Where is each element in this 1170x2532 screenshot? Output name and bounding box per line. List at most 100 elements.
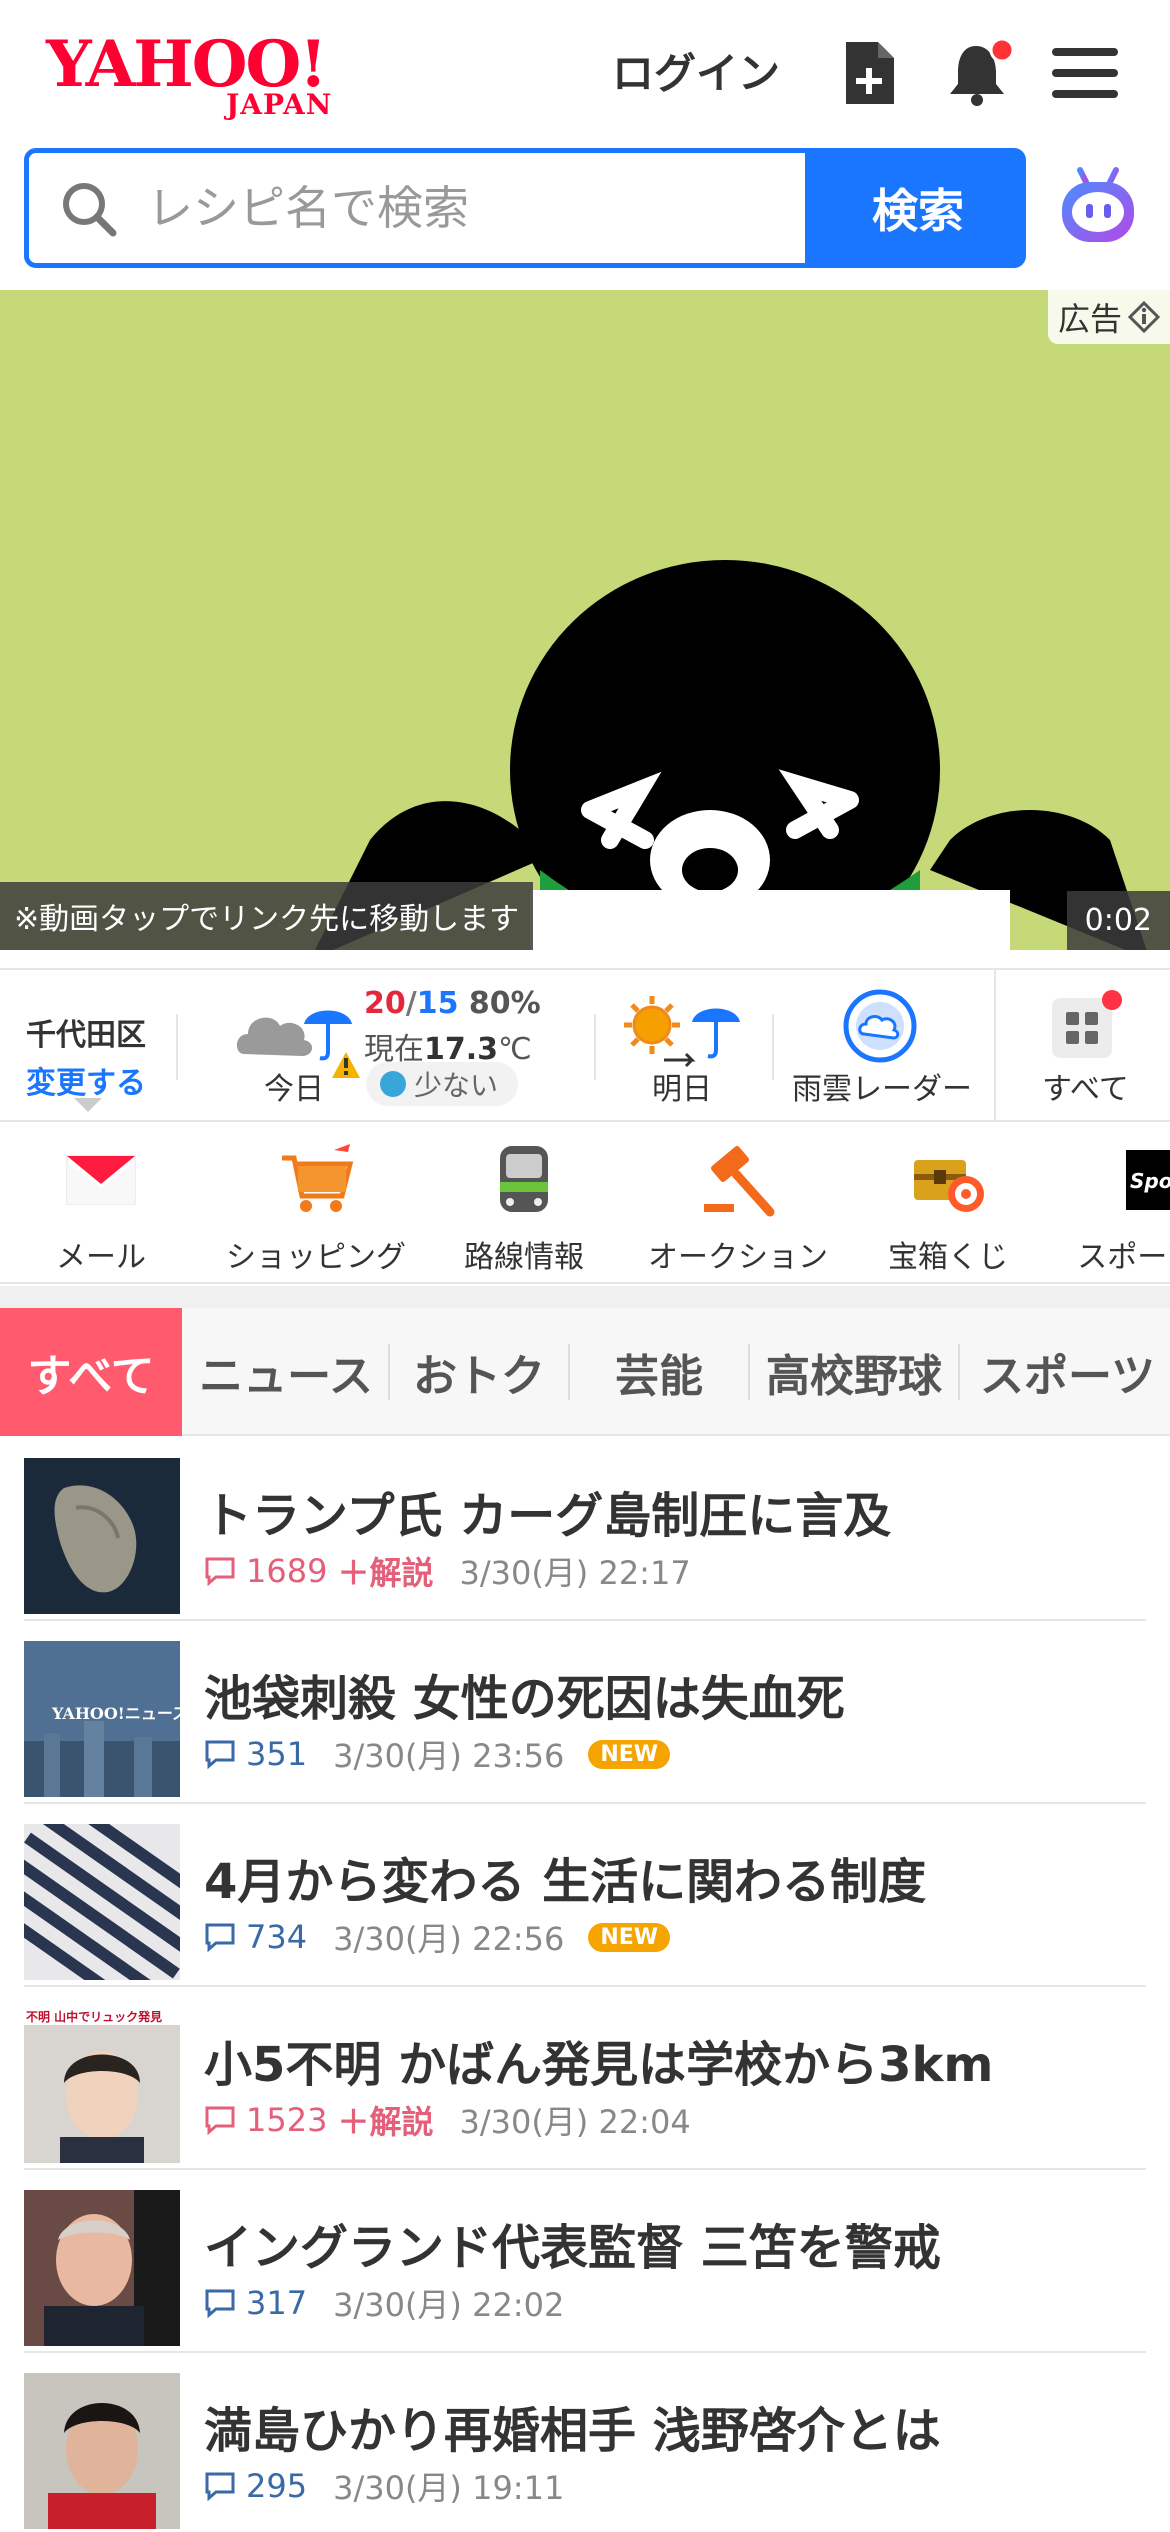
tab-deals[interactable]: おトク bbox=[390, 1308, 568, 1436]
service-label: スポーツ bbox=[1077, 1240, 1170, 1275]
tomorrow-label: 明日 bbox=[652, 1072, 712, 1107]
section-gap bbox=[0, 1286, 1170, 1308]
video-ad[interactable]: 広告 ※動画タップでリンク先に移動します 0:02 bbox=[0, 290, 1170, 950]
news-thumbnail-boy-portrait: 不明 山中でリュック発見 bbox=[24, 2007, 180, 2163]
news-item[interactable]: 不明 山中でリュック発見 小5不明 かばん発見は学校から3km 1523 ＋解説… bbox=[24, 1987, 1146, 2170]
service-label: ショッピング bbox=[226, 1240, 406, 1275]
header: YAHOO! JAPAN ログイン bbox=[0, 0, 1170, 145]
service-label: メール bbox=[56, 1240, 146, 1275]
all-apps-button[interactable]: すべて bbox=[994, 970, 1170, 1120]
tab-entertainment[interactable]: 芸能 bbox=[570, 1308, 748, 1436]
ad-label-text: 広告 bbox=[1057, 300, 1122, 338]
comment-count: 351 bbox=[246, 1735, 308, 1773]
news-item[interactable]: 満島ひかり再婚相手 浅野啓介とは 295 3/30(月) 19:11 bbox=[24, 2353, 1146, 2532]
pollen-badge[interactable]: 少ない bbox=[366, 1062, 519, 1106]
search-icon bbox=[63, 183, 117, 237]
news-headline: トランプ氏 カーグ島制圧に言及 bbox=[204, 1488, 892, 1544]
divider bbox=[772, 1014, 774, 1080]
thumbnail-banner-text: 不明 山中でリュック発見 bbox=[26, 2009, 162, 2024]
comment-icon bbox=[205, 1923, 235, 1952]
news-thumbnail-crosswalk bbox=[24, 1824, 180, 1980]
news-time: 3/30(月) 23:56 bbox=[333, 1737, 565, 1775]
search-input[interactable] bbox=[147, 153, 797, 263]
rain-radar-label[interactable]: 雨雲レーダー bbox=[792, 1064, 972, 1108]
news-meta: 295 3/30(月) 19:11 bbox=[204, 2463, 564, 2509]
news-time: 3/30(月) 22:56 bbox=[333, 1920, 565, 1958]
high-temp: 20 bbox=[364, 986, 406, 1021]
info-icon bbox=[1128, 301, 1160, 333]
explanation-label: ＋解説 bbox=[337, 2103, 434, 2141]
comment-count: 734 bbox=[246, 1918, 308, 1956]
ad-caption: ※動画タップでリンク先に移動します bbox=[0, 882, 534, 950]
location-caret-icon bbox=[74, 1098, 102, 1112]
sports-logo-icon: Sports bbox=[1126, 1150, 1170, 1210]
divider bbox=[176, 1014, 178, 1080]
news-headline: 満島ひかり再婚相手 浅野啓介とは bbox=[204, 2403, 941, 2459]
hamburger-menu-icon[interactable] bbox=[1052, 48, 1118, 102]
rain-radar-icon[interactable] bbox=[842, 988, 918, 1064]
search-box[interactable] bbox=[24, 148, 810, 268]
news-item[interactable]: YAHOO!ニュース 池袋刺殺 女性の死因は失血死 351 3/30(月) 23… bbox=[24, 1621, 1146, 1804]
location-name: 千代田区 bbox=[26, 1018, 146, 1053]
news-thumbnail-yahoo-news: YAHOO!ニュース bbox=[24, 1641, 180, 1797]
news-time: 3/30(月) 19:11 bbox=[333, 2469, 565, 2507]
add-document-icon[interactable] bbox=[842, 38, 898, 108]
temp-separator: / bbox=[405, 986, 417, 1021]
tab-news[interactable]: ニュース bbox=[182, 1308, 390, 1436]
weather-widget: 千代田区 変更する 今日 20/15 80% 現在17.3℃ 少ない 明日 雨雲… bbox=[0, 968, 1170, 1122]
news-thumbnail-island bbox=[24, 1458, 180, 1614]
notification-bell-icon[interactable] bbox=[944, 38, 1014, 108]
tab-sports[interactable]: スポーツ bbox=[960, 1308, 1170, 1436]
grid-icon bbox=[1052, 990, 1122, 1058]
comment-icon bbox=[205, 1557, 235, 1586]
comment-icon bbox=[205, 2106, 235, 2135]
comment-icon bbox=[205, 1740, 235, 1769]
tab-high-school-baseball[interactable]: 高校野球 bbox=[750, 1308, 958, 1436]
train-icon bbox=[500, 1146, 548, 1212]
tab-all[interactable]: すべて bbox=[0, 1308, 182, 1436]
news-meta: 734 3/30(月) 22:56 NEW bbox=[204, 1914, 671, 1960]
precip-chance: 80% bbox=[468, 986, 541, 1021]
service-transit[interactable]: 路線情報 bbox=[464, 1140, 584, 1276]
search-button[interactable]: 検索 bbox=[810, 148, 1026, 268]
ai-assistant-icon[interactable] bbox=[1056, 164, 1140, 248]
news-time: 3/30(月) 22:04 bbox=[459, 2103, 691, 2141]
news-headline: 小5不明 かばん発見は学校から3km bbox=[204, 2037, 994, 2093]
news-item[interactable]: 4月から変わる 生活に関わる制度 734 3/30(月) 22:56 NEW bbox=[24, 1804, 1146, 1987]
news-time: 3/30(月) 22:02 bbox=[333, 2286, 565, 2324]
service-label: 路線情報 bbox=[464, 1240, 584, 1275]
yahoo-news-text: YAHOO!ニュース bbox=[51, 1704, 180, 1723]
news-time: 3/30(月) 22:17 bbox=[459, 1554, 691, 1592]
today-label: 今日 bbox=[264, 1072, 324, 1107]
pollen-face-icon bbox=[380, 1071, 406, 1097]
news-headline: 4月から変わる 生活に関わる制度 bbox=[204, 1854, 927, 1910]
service-auction[interactable]: オークション bbox=[648, 1140, 828, 1276]
new-badge: NEW bbox=[588, 1922, 671, 1952]
news-thumbnail-coach bbox=[24, 2190, 180, 2346]
service-label: オークション bbox=[648, 1240, 828, 1275]
news-item[interactable]: トランプ氏 カーグ島制圧に言及 1689 ＋解説 3/30(月) 22:17 bbox=[24, 1438, 1146, 1621]
news-meta: 317 3/30(月) 22:02 bbox=[204, 2280, 564, 2326]
yahoo-japan-logo[interactable]: YAHOO! JAPAN bbox=[46, 30, 366, 122]
location[interactable]: 千代田区 変更する bbox=[26, 1010, 146, 1102]
service-sports[interactable]: Sports スポーツ bbox=[1068, 1140, 1170, 1276]
news-headline: イングランド代表監督 三笘を警戒 bbox=[204, 2220, 941, 2276]
explanation-label: ＋解説 bbox=[337, 1554, 434, 1592]
login-link[interactable]: ログイン bbox=[612, 40, 780, 101]
news-tabs: すべて ニュース おトク 芸能 高校野球 スポーツ bbox=[0, 1308, 1170, 1436]
ad-video-time: 0:02 bbox=[1066, 891, 1170, 950]
service-treasure-lottery[interactable]: 宝箱くじ bbox=[888, 1140, 1008, 1276]
sports-logo-text: Sports bbox=[1130, 1169, 1170, 1193]
news-item[interactable]: イングランド代表監督 三笘を警戒 317 3/30(月) 22:02 bbox=[24, 2170, 1146, 2353]
news-meta: 1689 ＋解説 3/30(月) 22:17 bbox=[204, 1548, 691, 1594]
news-meta: 351 3/30(月) 23:56 NEW bbox=[204, 1731, 671, 1777]
pollen-level: 少ない bbox=[414, 1069, 499, 1102]
all-apps-label: すべて bbox=[1042, 1072, 1129, 1107]
change-location-link[interactable]: 変更する bbox=[26, 1058, 146, 1102]
ad-label[interactable]: 広告 bbox=[1047, 290, 1170, 344]
comment-count: 1689 bbox=[246, 1552, 328, 1590]
service-shopping[interactable]: ショッピング bbox=[226, 1140, 406, 1276]
auction-gavel-icon bbox=[704, 1145, 775, 1217]
new-badge: NEW bbox=[588, 1739, 671, 1769]
service-mail[interactable]: メール bbox=[56, 1140, 146, 1276]
